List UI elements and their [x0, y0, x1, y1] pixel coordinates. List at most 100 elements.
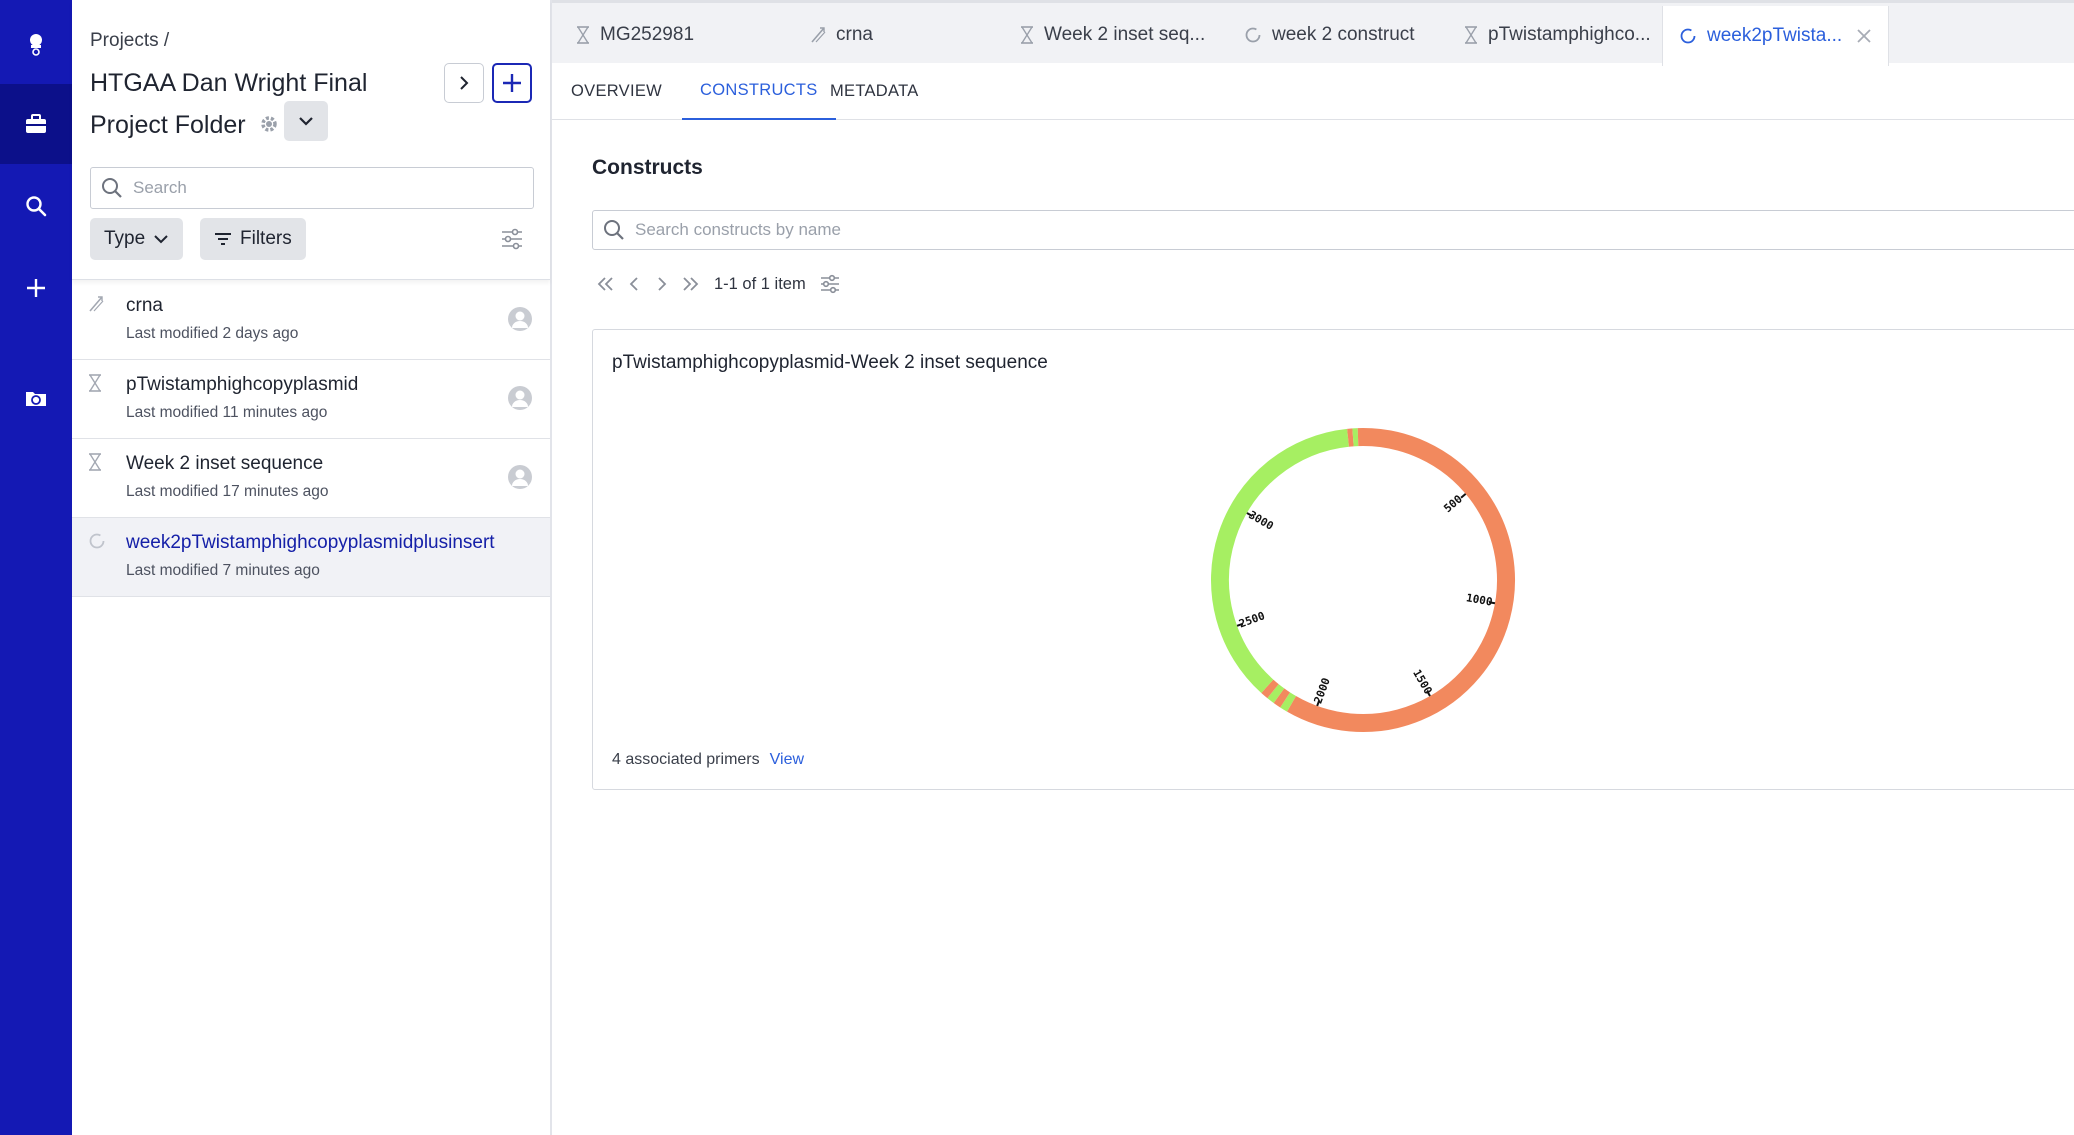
- prev-page-icon[interactable]: [620, 272, 648, 296]
- item-name: pTwistamphighcopyplasmid: [126, 374, 359, 395]
- plasmid-tick-label: 1000: [1465, 591, 1493, 608]
- plasmid-tick-label: 2000: [1312, 676, 1333, 705]
- hourglass-icon: [1464, 25, 1478, 44]
- filters-button[interactable]: Filters: [200, 218, 306, 260]
- folder-sync-icon[interactable]: [0, 358, 72, 438]
- type-filter-button[interactable]: Type: [90, 218, 184, 260]
- item-modified: Last modified 2 days ago: [126, 325, 299, 342]
- constructs-search-input[interactable]: [635, 220, 1535, 240]
- primers-count: 4 associated primers: [612, 751, 760, 768]
- hourglass-icon: [576, 25, 590, 44]
- plasmid-feature-arc[interactable]: [1267, 684, 1285, 703]
- file-tab-label: week2pTwista...: [1707, 25, 1843, 46]
- chevron-right-icon: [460, 76, 469, 90]
- nav-rail: [0, 0, 72, 1135]
- file-tab-label: crna: [836, 23, 873, 45]
- sub-tab-bar: OVERVIEW CONSTRUCTS METADATA: [552, 63, 2074, 120]
- chevron-down-icon: [154, 235, 168, 244]
- avatar: [507, 306, 533, 337]
- item-name: crna: [126, 295, 163, 316]
- hourglass-icon: [88, 453, 102, 476]
- constructs-title: Constructs: [592, 156, 703, 179]
- primer-icon: [88, 295, 104, 318]
- file-tab-label: Week 2 inset seq...: [1044, 23, 1206, 45]
- hourglass-icon: [1020, 25, 1034, 44]
- file-tab[interactable]: MG252981: [576, 6, 694, 63]
- file-tab[interactable]: crna: [810, 6, 873, 63]
- last-page-icon[interactable]: [676, 272, 704, 296]
- briefcase-icon[interactable]: [0, 84, 72, 164]
- lab-logo-icon[interactable]: [0, 4, 72, 84]
- avatar: [507, 464, 533, 495]
- construct-card-title: pTwistamphighcopyplasmid-Week 2 inset se…: [612, 352, 1048, 373]
- gear-icon[interactable]: [259, 105, 279, 147]
- project-list-item[interactable]: week2pTwistamphighcopyplasmidplusinsert L…: [72, 518, 550, 597]
- pager-count: 1-1 of 1 item: [714, 274, 806, 293]
- primers-info: 4 associated primers View: [612, 751, 804, 769]
- circle-loading-icon: [88, 532, 106, 555]
- view-primers-link[interactable]: View: [770, 751, 804, 768]
- tab-constructs[interactable]: CONSTRUCTS: [682, 63, 836, 120]
- hourglass-icon: [88, 374, 102, 397]
- item-modified: Last modified 7 minutes ago: [126, 562, 320, 579]
- pagination: 1-1 of 1 item: [592, 272, 844, 296]
- file-tab[interactable]: Week 2 inset seq...: [1020, 6, 1205, 63]
- file-tab-bar: MG252981 crna Week 2 inset seq... week 2 co…: [552, 0, 2074, 66]
- avatar: [507, 385, 533, 416]
- file-tab-label: pTwistamphighco...: [1488, 23, 1651, 45]
- search-input[interactable]: [133, 178, 513, 198]
- plus-icon[interactable]: [0, 248, 72, 328]
- project-panel: Projects / HTGAA Dan Wright Final Projec…: [72, 0, 552, 1135]
- plasmid-tick-label: 500: [1441, 492, 1465, 515]
- construct-card[interactable]: pTwistamphighcopyplasmid-Week 2 inset se…: [592, 329, 2074, 790]
- type-filter-label: Type: [104, 228, 146, 249]
- file-tab[interactable]: week2pTwista...: [1662, 6, 1890, 66]
- file-tab[interactable]: week 2 construct: [1244, 6, 1415, 63]
- tab-metadata[interactable]: METADATA: [830, 63, 919, 120]
- plasmid-feature-arc[interactable]: [1273, 688, 1291, 708]
- plasmid-tick-label: 2500: [1237, 609, 1266, 630]
- close-icon[interactable]: [1856, 28, 1872, 44]
- first-page-icon[interactable]: [592, 272, 620, 296]
- file-tab[interactable]: pTwistamphighco...: [1464, 6, 1651, 63]
- plasmid-tick-label: 3000: [1246, 508, 1275, 533]
- chevron-down-icon: [299, 117, 313, 126]
- plasmid-feature-arc[interactable]: [1261, 679, 1279, 699]
- plasmid-feature-arc[interactable]: [1211, 428, 1350, 693]
- project-header: Projects / HTGAA Dan Wright Final Projec…: [72, 0, 550, 280]
- project-list-item[interactable]: pTwistamphighcopyplasmid Last modified 11…: [72, 360, 550, 439]
- project-title: HTGAA Dan Wright Final Project Folder: [90, 62, 390, 147]
- project-menu-button[interactable]: [284, 101, 328, 141]
- filter-icon: [215, 233, 231, 245]
- item-modified: Last modified 11 minutes ago: [126, 404, 328, 421]
- filters-label: Filters: [240, 228, 292, 249]
- expand-button[interactable]: [444, 63, 484, 103]
- search-icon: [102, 178, 122, 198]
- breadcrumb[interactable]: Projects /: [90, 30, 169, 52]
- search-icon[interactable]: [0, 166, 72, 246]
- item-name: Week 2 inset sequence: [126, 453, 324, 474]
- next-page-icon[interactable]: [648, 272, 676, 296]
- file-tab-label: week 2 construct: [1272, 23, 1415, 45]
- project-list-item[interactable]: crna Last modified 2 days ago: [72, 281, 550, 360]
- plasmid-map[interactable]: 500 1000 1500 2000 2500 3000: [1193, 410, 1533, 750]
- sliders-icon[interactable]: [500, 228, 524, 255]
- search-icon: [604, 220, 624, 240]
- plasmid-tick-label: 1500: [1410, 667, 1435, 696]
- project-search: [90, 167, 534, 209]
- circle-loading-icon: [1679, 27, 1697, 45]
- primer-icon: [810, 26, 826, 44]
- plus-icon: [503, 74, 521, 92]
- project-list-item[interactable]: Week 2 inset sequence Last modified 17 mi…: [72, 439, 550, 518]
- main-area: MG252981 crna Week 2 inset seq... week 2 co…: [552, 0, 2074, 1135]
- plasmid-feature-arc[interactable]: [1280, 692, 1297, 712]
- project-item-list: crna Last modified 2 days ago pTwistamphig…: [72, 281, 550, 597]
- sliders-icon[interactable]: [816, 272, 844, 296]
- circle-loading-icon: [1244, 26, 1262, 44]
- add-item-button[interactable]: [492, 63, 532, 103]
- tab-overview[interactable]: OVERVIEW: [571, 63, 662, 120]
- plasmid-tick: [1460, 493, 1467, 499]
- constructs-search: [592, 210, 2074, 250]
- item-name: week2pTwistamphighcopyplasmidplusinsert: [126, 532, 495, 553]
- item-modified: Last modified 17 minutes ago: [126, 483, 329, 500]
